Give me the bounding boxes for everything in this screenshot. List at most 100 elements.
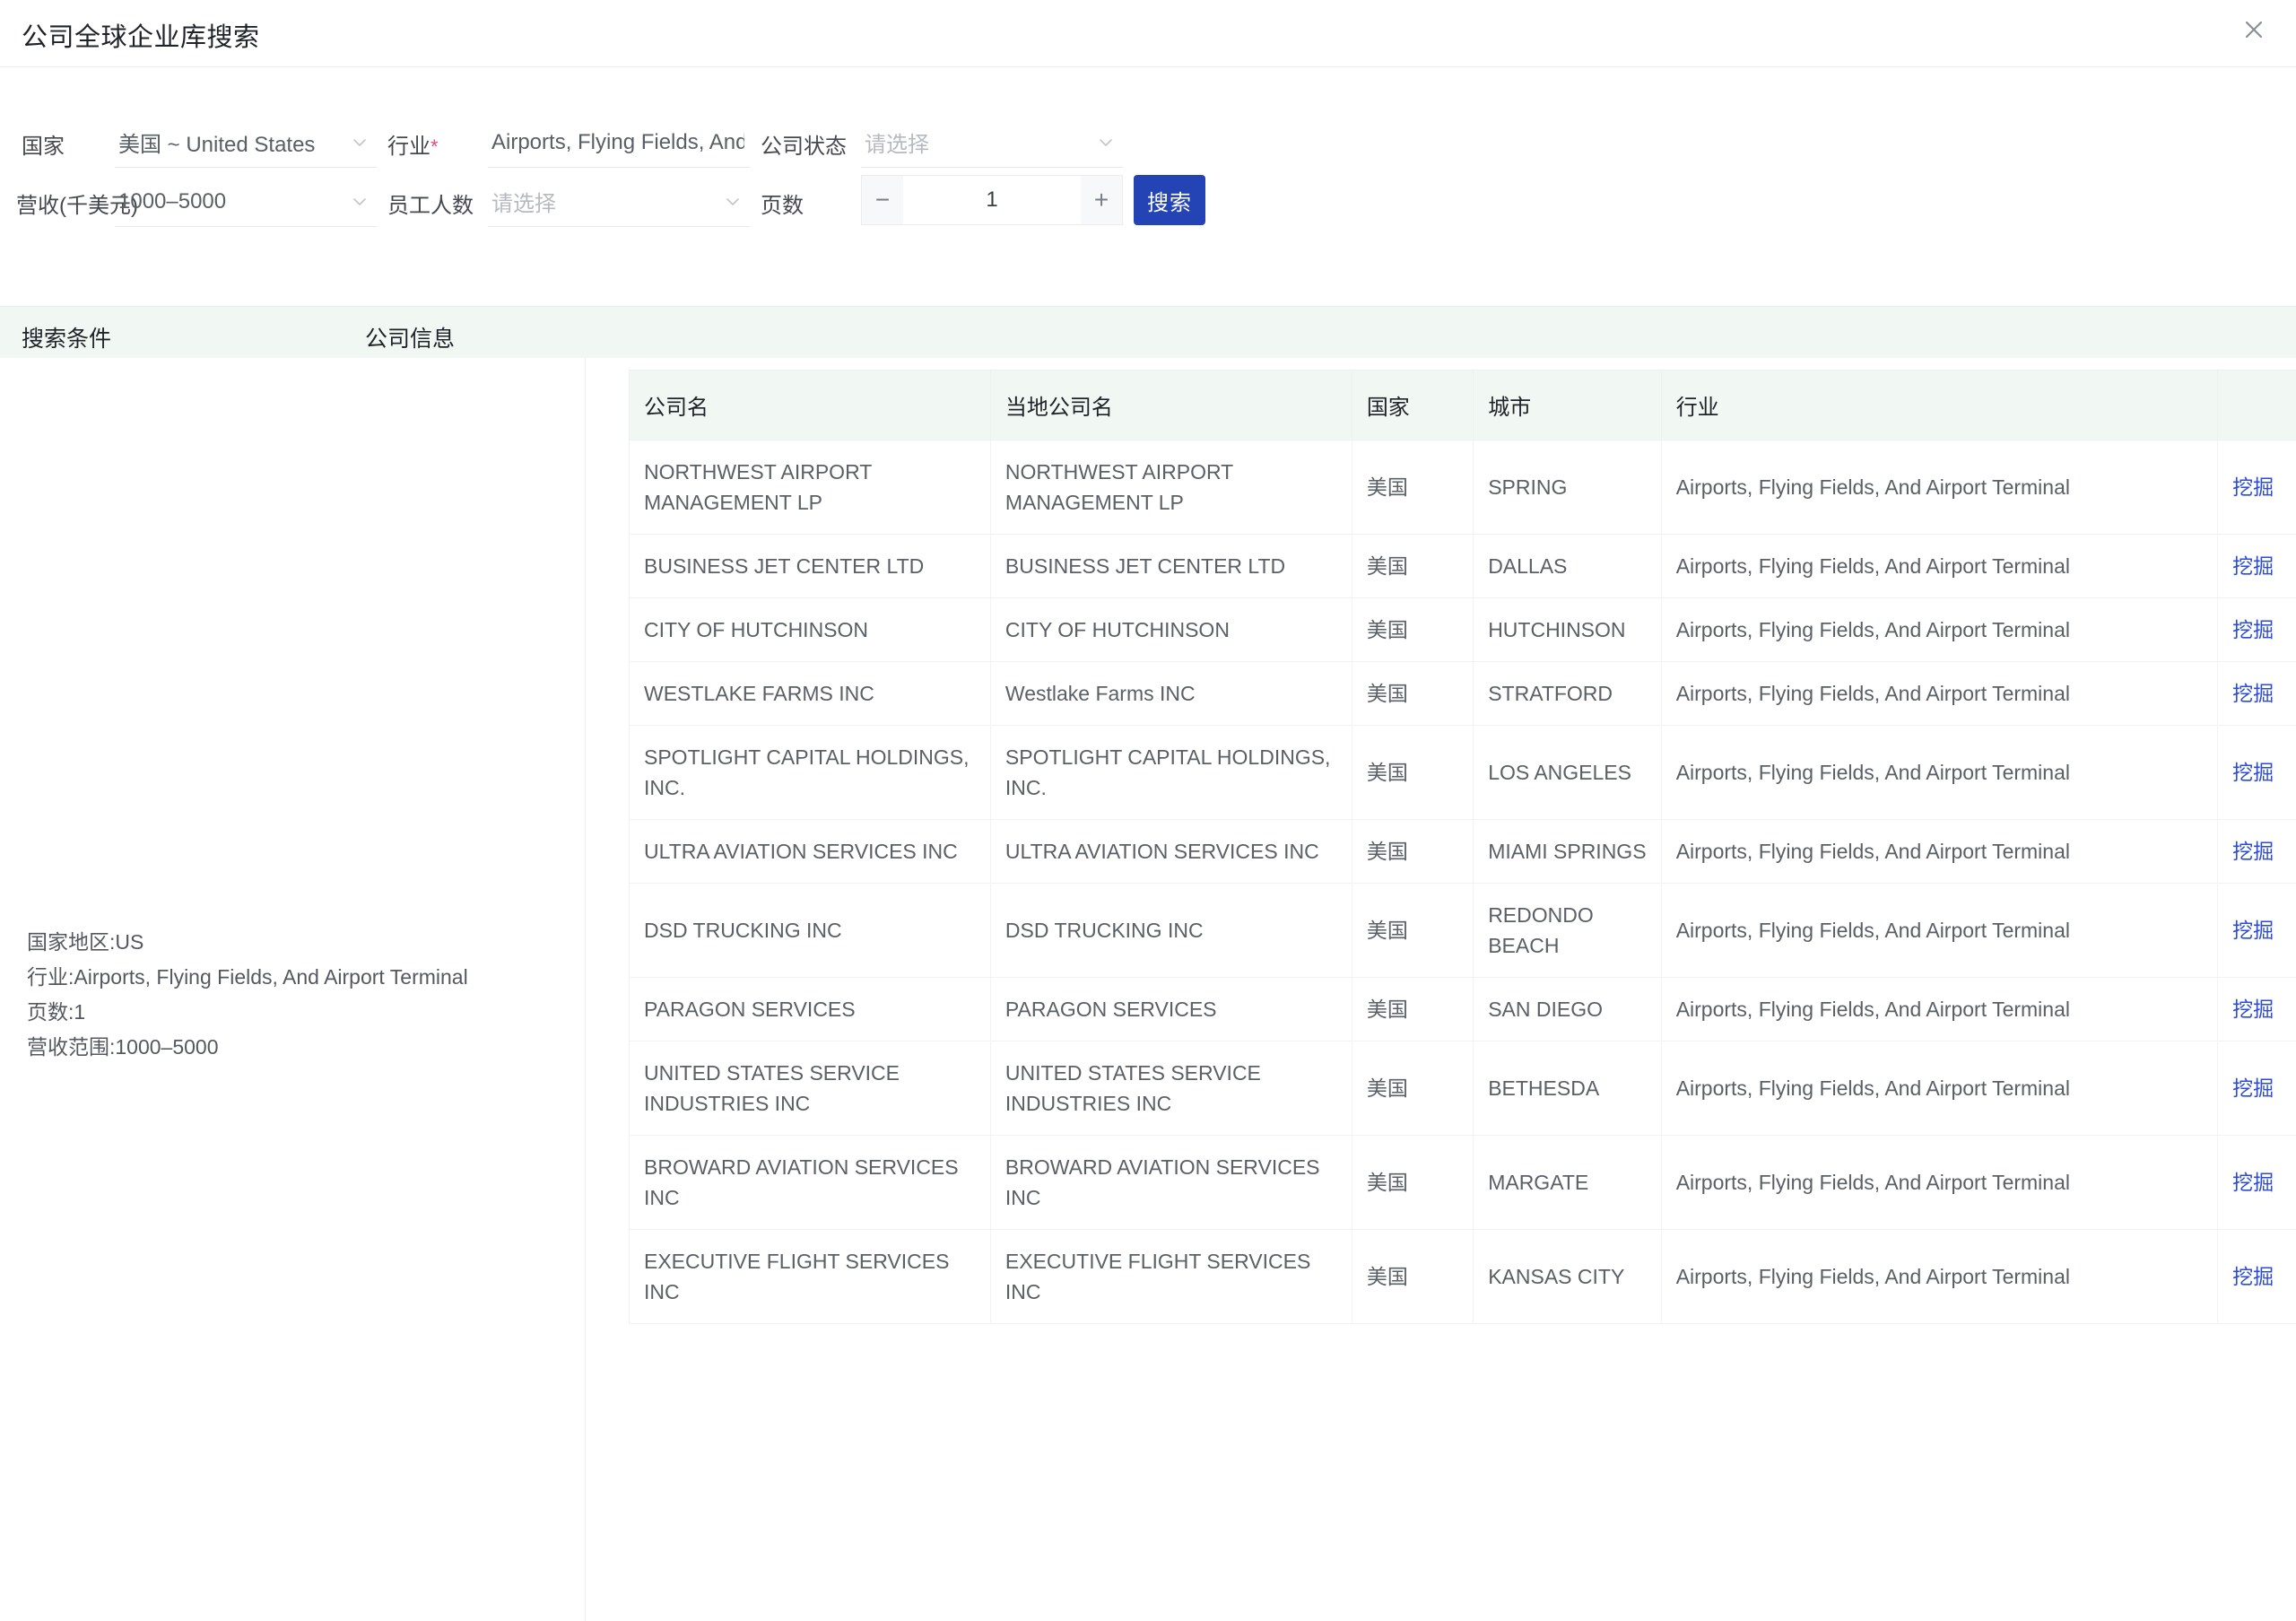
criteria-summary: 国家地区:US 行业:Airports, Flying Fields, And …	[27, 925, 468, 1065]
cell-action: 挖掘	[2217, 597, 2296, 662]
cell-city: MARGATE	[1473, 1135, 1662, 1230]
table-row: DSD TRUCKING INC DSD TRUCKING INC 美国 REDOND…	[629, 883, 2296, 978]
cell-company-name: EXECUTIVE FLIGHT SERVICES INC	[629, 1229, 991, 1324]
cell-action: 挖掘	[2217, 883, 2296, 978]
column-header-country: 国家	[1351, 370, 1474, 440]
pages-increment-button[interactable]: +	[1081, 176, 1122, 224]
revenue-select[interactable]: 1000–5000	[115, 177, 377, 227]
cell-local-company-name: EXECUTIVE FLIGHT SERVICES INC	[989, 1229, 1352, 1324]
cell-industry: Airports, Flying Fields, And Airport Ter…	[1660, 725, 2219, 820]
cell-city: REDONDO BEACH	[1473, 883, 1662, 978]
mine-link[interactable]: 挖掘	[2232, 554, 2274, 578]
cell-action: 挖掘	[2217, 1041, 2296, 1136]
criteria-section-title: 搜索条件	[22, 327, 112, 352]
cell-action: 挖掘	[2217, 661, 2296, 726]
cell-action: 挖掘	[2217, 977, 2296, 1041]
employees-select[interactable]: 请选择	[488, 177, 750, 227]
window-titlebar: 公司全球企业库搜索	[0, 0, 2296, 67]
pages-stepper: − 1 +	[861, 175, 1123, 225]
column-header-action	[2217, 370, 2296, 440]
cell-city: HUTCHINSON	[1473, 597, 1662, 662]
cell-industry: Airports, Flying Fields, And Airport Ter…	[1660, 1041, 2219, 1136]
cell-city: BETHESDA	[1473, 1041, 1662, 1136]
table-row: BROWARD AVIATION SERVICES INC BROWARD AVI…	[629, 1135, 2296, 1230]
mine-link[interactable]: 挖掘	[2232, 1076, 2274, 1100]
cell-industry: Airports, Flying Fields, And Airport Ter…	[1660, 661, 2219, 726]
cell-city: DALLAS	[1473, 534, 1662, 598]
cell-city: LOS ANGELES	[1473, 725, 1662, 820]
results-table: 公司名 当地公司名 国家 城市 行业 NORTHWEST AIRPORT MAN…	[629, 370, 2296, 1324]
cell-company-name: BUSINESS JET CENTER LTD	[629, 534, 991, 598]
table-row: CITY OF HUTCHINSON CITY OF HUTCHINSON 美国 HU…	[629, 597, 2296, 662]
cell-industry: Airports, Flying Fields, And Airport Ter…	[1660, 1135, 2219, 1230]
table-header-row: 公司名 当地公司名 国家 城市 行业	[629, 370, 2296, 440]
cell-city: SPRING	[1473, 440, 1662, 535]
criteria-line: 页数:1	[27, 1000, 86, 1024]
employees-value: 请选择	[491, 192, 556, 216]
cell-action: 挖掘	[2217, 440, 2296, 535]
cell-city: SAN DIEGO	[1473, 977, 1662, 1041]
revenue-value: 1000–5000	[118, 188, 227, 214]
cell-local-company-name: BROWARD AVIATION SERVICES INC	[989, 1135, 1352, 1230]
mine-link[interactable]: 挖掘	[2232, 618, 2274, 641]
cell-country: 美国	[1351, 661, 1474, 726]
cell-company-name: PARAGON SERVICES	[629, 977, 991, 1041]
cell-company-name: BROWARD AVIATION SERVICES INC	[629, 1135, 991, 1230]
cell-action: 挖掘	[2217, 819, 2296, 884]
mine-link[interactable]: 挖掘	[2232, 1265, 2274, 1288]
cell-local-company-name: CITY OF HUTCHINSON	[989, 597, 1352, 662]
cell-action: 挖掘	[2217, 534, 2296, 598]
cell-local-company-name: PARAGON SERVICES	[989, 977, 1352, 1041]
mine-link[interactable]: 挖掘	[2232, 840, 2274, 863]
mine-link[interactable]: 挖掘	[2232, 1171, 2274, 1194]
results-panel: 公司名 当地公司名 国家 城市 行业 NORTHWEST AIRPORT MAN…	[587, 358, 2296, 1621]
cell-city: MIAMI SPRINGS	[1473, 819, 1662, 884]
cell-company-name: WESTLAKE FARMS INC	[629, 661, 991, 726]
mine-link[interactable]: 挖掘	[2232, 761, 2274, 784]
cell-company-name: NORTHWEST AIRPORT MANAGEMENT LP	[629, 440, 991, 535]
pages-decrement-button[interactable]: −	[862, 176, 903, 224]
cell-action: 挖掘	[2217, 725, 2296, 820]
cell-local-company-name: ULTRA AVIATION SERVICES INC	[989, 819, 1352, 884]
mine-link[interactable]: 挖掘	[2232, 475, 2274, 499]
chevron-down-icon	[350, 192, 370, 212]
cell-industry: Airports, Flying Fields, And Airport Ter…	[1660, 1229, 2219, 1324]
chevron-down-icon	[350, 133, 370, 153]
cell-local-company-name: SPOTLIGHT CAPITAL HOLDINGS, INC.	[989, 725, 1352, 820]
table-row: UNITED STATES SERVICE INDUSTRIES INC UNIT…	[629, 1041, 2296, 1136]
cell-country: 美国	[1351, 883, 1474, 978]
cell-city: STRATFORD	[1473, 661, 1662, 726]
column-header-local-name: 当地公司名	[989, 370, 1352, 440]
results-section-title: 公司信息	[365, 327, 456, 352]
table-row: EXECUTIVE FLIGHT SERVICES INC EXECUTIVE F…	[629, 1229, 2296, 1324]
search-button[interactable]: 搜索	[1134, 175, 1205, 225]
cell-industry: Airports, Flying Fields, And Airport Ter…	[1660, 534, 2219, 598]
cell-company-name: UNITED STATES SERVICE INDUSTRIES INC	[629, 1041, 991, 1136]
cell-local-company-name: Westlake Farms INC	[989, 661, 1352, 726]
industry-input[interactable]: Airports, Flying Fields, And Airport Ter	[488, 118, 750, 168]
company-status-label: 公司状态	[761, 135, 847, 159]
cell-action: 挖掘	[2217, 1135, 2296, 1230]
cell-country: 美国	[1351, 1041, 1474, 1136]
form-row-2: 营收(千美元) 1000–5000 员工人数 请选择 页数 − 1 + 搜索	[0, 171, 2296, 231]
column-header-industry: 行业	[1660, 370, 2219, 440]
close-icon[interactable]	[2233, 9, 2274, 50]
table-row: SPOTLIGHT CAPITAL HOLDINGS, INC. SPOTLIGH…	[629, 725, 2296, 820]
pages-input[interactable]: 1	[903, 176, 1081, 224]
column-header-company-name: 公司名	[629, 370, 991, 440]
company-status-select[interactable]: 请选择	[861, 118, 1123, 168]
company-status-value: 请选择	[865, 133, 929, 157]
table-row: WESTLAKE FARMS INC Westlake Farms INC 美国 ST…	[629, 661, 2296, 726]
search-form: 国家 美国 ~ United States 行业* Airports, Flyi…	[0, 67, 2296, 306]
mine-link[interactable]: 挖掘	[2232, 919, 2274, 942]
cell-country: 美国	[1351, 1229, 1474, 1324]
country-select[interactable]: 美国 ~ United States	[115, 118, 377, 168]
table-row: PARAGON SERVICES PARAGON SERVICES 美国 SAN DI…	[629, 977, 2296, 1041]
cell-industry: Airports, Flying Fields, And Airport Ter…	[1660, 440, 2219, 535]
cell-company-name: DSD TRUCKING INC	[629, 883, 991, 978]
required-mark: *	[430, 135, 439, 158]
cell-country: 美国	[1351, 725, 1474, 820]
mine-link[interactable]: 挖掘	[2232, 998, 2274, 1021]
mine-link[interactable]: 挖掘	[2232, 682, 2274, 705]
table-row: NORTHWEST AIRPORT MANAGEMENT LP NORTHWEST…	[629, 440, 2296, 535]
